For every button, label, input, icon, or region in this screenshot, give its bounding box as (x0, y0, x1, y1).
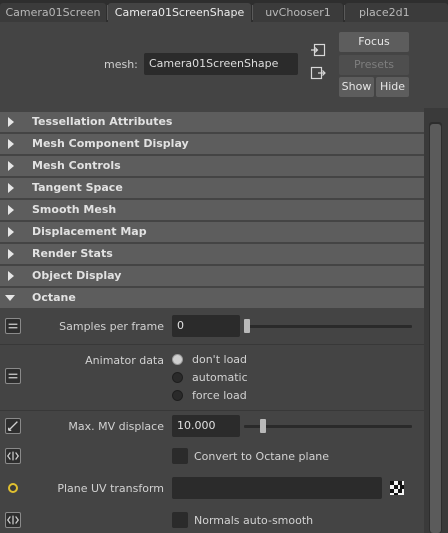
section-label: Object Display (32, 269, 122, 282)
enum-attribute-icon[interactable] (5, 368, 21, 384)
section-label: Mesh Controls (32, 159, 121, 172)
normals-auto-smooth-checkbox[interactable] (172, 512, 188, 528)
section-mesh-component-display[interactable]: Mesh Component Display (0, 134, 424, 154)
output-connection-icon[interactable] (310, 65, 326, 81)
expanded-arrow-icon (5, 295, 15, 301)
collapsed-arrow-icon (8, 227, 14, 237)
section-label: Tessellation Attributes (32, 115, 173, 128)
plane-uv-transform-field[interactable] (172, 477, 382, 499)
scrollbar-thumb[interactable] (430, 124, 441, 533)
section-mesh-controls[interactable]: Mesh Controls (0, 156, 424, 176)
samples-per-frame-label: Samples per frame (59, 320, 164, 333)
mesh-label: mesh: (104, 58, 138, 71)
tab-camera01screenshape[interactable]: Camera01ScreenShape (108, 3, 251, 22)
section-octane[interactable]: Octane (0, 288, 424, 308)
vertical-scrollbar[interactable] (424, 108, 448, 533)
mesh-name-field[interactable]: Camera01ScreenShape (144, 53, 298, 75)
collapsed-arrow-icon (8, 117, 14, 127)
collapsed-arrow-icon (8, 183, 14, 193)
section-label: Mesh Component Display (32, 137, 189, 150)
max-mv-slider-handle[interactable] (259, 419, 266, 433)
section-label: Render Stats (32, 247, 113, 260)
hide-button[interactable]: Hide (376, 77, 409, 97)
section-smooth-mesh[interactable]: Smooth Mesh (0, 200, 424, 220)
convert-to-octane-plane-checkbox[interactable] (172, 448, 188, 464)
animator-option-label: force load (192, 389, 247, 402)
presets-button[interactable]: Presets (339, 55, 409, 75)
checker-map-icon[interactable] (390, 481, 404, 495)
bool-attribute-icon[interactable] (5, 448, 21, 464)
section-label: Tangent Space (32, 181, 123, 194)
animator-radio-dont-load[interactable] (172, 354, 183, 365)
row-divider (0, 344, 424, 345)
tab-bar: Camera01Screen Camera01ScreenShape uvCho… (0, 0, 448, 22)
focus-button[interactable]: Focus (339, 32, 409, 52)
section-label: Displacement Map (32, 225, 147, 238)
samples-slider-track[interactable] (244, 325, 412, 328)
row-divider (0, 410, 424, 411)
max-mv-displace-label: Max. MV displace (68, 420, 164, 433)
section-tessellation-attributes[interactable]: Tessellation Attributes (0, 112, 424, 132)
int-attribute-icon[interactable] (5, 318, 21, 334)
float-attribute-icon[interactable] (5, 418, 21, 434)
animator-radio-force-load[interactable] (172, 390, 183, 401)
animator-data-label: Animator data (85, 354, 164, 367)
animator-option-label: don't load (192, 353, 248, 366)
max-mv-displace-field[interactable]: 10.000 (172, 415, 240, 437)
tab-camera01screen[interactable]: Camera01Screen (0, 3, 106, 22)
tab-place2d1[interactable]: place2d1 (345, 3, 448, 22)
section-displacement-map[interactable]: Displacement Map (0, 222, 424, 242)
collapsed-arrow-icon (8, 271, 14, 281)
samples-slider-handle[interactable] (244, 319, 250, 333)
bool-attribute-icon[interactable] (5, 512, 21, 528)
show-button[interactable]: Show (339, 77, 374, 97)
convert-to-octane-plane-label: Convert to Octane plane (194, 450, 330, 463)
normals-auto-smooth-label: Normals auto-smooth (194, 514, 314, 527)
collapsed-arrow-icon (8, 139, 14, 149)
animator-option-label: automatic (192, 371, 248, 384)
collapsed-arrow-icon (8, 161, 14, 171)
section-render-stats[interactable]: Render Stats (0, 244, 424, 264)
input-connection-icon[interactable] (310, 42, 326, 58)
section-label: Octane (32, 291, 76, 304)
collapsed-arrow-icon (8, 249, 14, 259)
max-mv-slider-track[interactable] (244, 425, 412, 428)
tab-uvchooser1[interactable]: uvChooser1 (253, 3, 343, 22)
section-label: Smooth Mesh (32, 203, 117, 216)
connection-attribute-icon[interactable] (5, 480, 21, 496)
collapsed-arrow-icon (8, 205, 14, 215)
samples-per-frame-field[interactable]: 0 (172, 315, 240, 337)
attribute-panel: Tessellation Attributes Mesh Component D… (0, 108, 424, 533)
plane-uv-transform-label: Plane UV transform (57, 482, 164, 495)
section-tangent-space[interactable]: Tangent Space (0, 178, 424, 198)
section-object-display[interactable]: Object Display (0, 266, 424, 286)
animator-radio-automatic[interactable] (172, 372, 183, 383)
